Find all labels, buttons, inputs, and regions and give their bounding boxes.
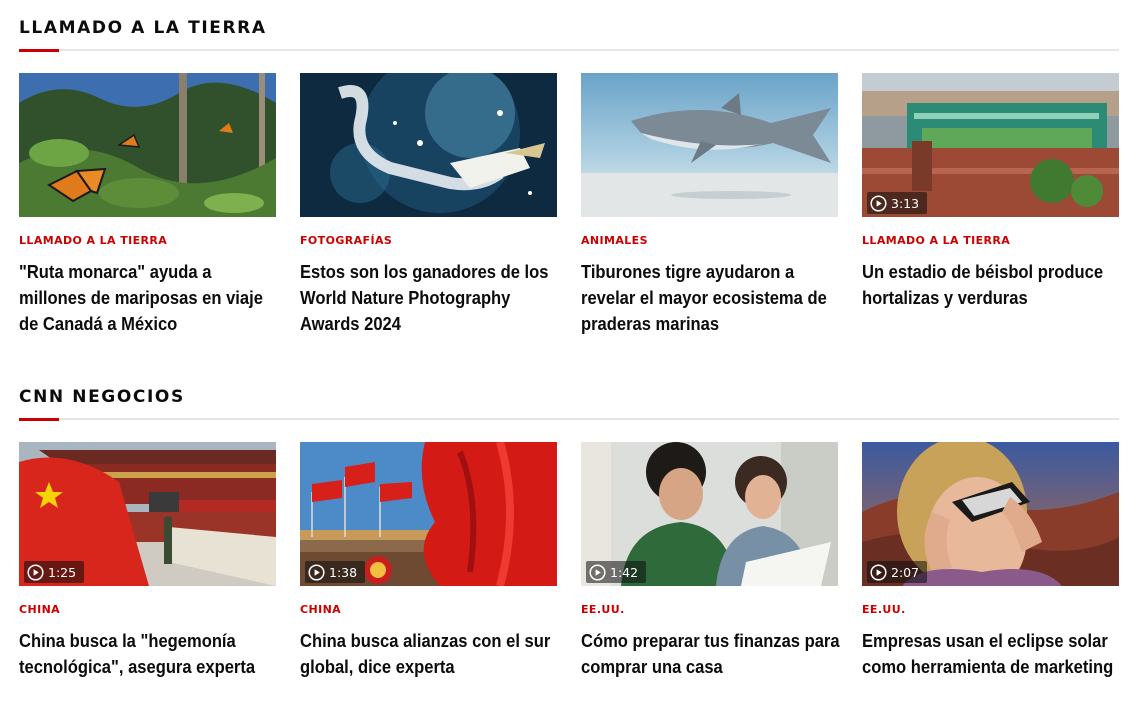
story-kicker[interactable]: LLAMADO A LA TIERRA bbox=[862, 234, 1119, 248]
story-kicker[interactable]: ANIMALES bbox=[581, 234, 838, 248]
story-card: 3:13 LLAMADO A LA TIERRA Un estadio de b… bbox=[862, 73, 1119, 311]
story-image[interactable] bbox=[300, 73, 557, 217]
video-duration-badge: 1:38 bbox=[305, 561, 366, 583]
play-circle-icon bbox=[870, 563, 887, 581]
video-thumbnail[interactable]: 3:13 bbox=[862, 73, 1119, 217]
story-card: LLAMADO A LA TIERRA "Ruta monarca" ayuda… bbox=[19, 73, 276, 337]
play-circle-icon bbox=[27, 563, 44, 581]
story-headline[interactable]: China busca alianzas con el sur global, … bbox=[300, 628, 559, 680]
tiger-shark-image bbox=[581, 73, 838, 217]
section-accent-bar bbox=[19, 49, 59, 52]
video-duration: 1:42 bbox=[610, 564, 639, 580]
video-duration: 1:25 bbox=[48, 564, 77, 580]
story-card: ANIMALES Tiburones tigre ayudaron a reve… bbox=[581, 73, 838, 337]
story-headline[interactable]: Cómo preparar tus finanzas para comprar … bbox=[581, 628, 840, 680]
story-kicker[interactable]: FOTOGRAFÍAS bbox=[300, 234, 557, 248]
monarch-butterflies-image bbox=[19, 73, 276, 217]
gannet-underwater-image bbox=[300, 73, 557, 217]
story-kicker[interactable]: CHINA bbox=[300, 603, 557, 617]
story-kicker[interactable]: LLAMADO A LA TIERRA bbox=[19, 234, 276, 248]
video-duration: 2:07 bbox=[891, 564, 920, 580]
story-image[interactable] bbox=[581, 73, 838, 217]
section-title[interactable]: LLAMADO A LA TIERRA bbox=[19, 18, 267, 38]
section-cnn-negocios: CNN NEGOCIOS 1:25 CHINA China busca la "… bbox=[19, 383, 1119, 677]
story-headline[interactable]: Tiburones tigre ayudaron a revelar el ma… bbox=[581, 259, 840, 337]
story-card: 1:25 CHINA China busca la "hegemonía tec… bbox=[19, 442, 276, 680]
story-headline[interactable]: Empresas usan el eclipse solar como herr… bbox=[862, 628, 1121, 680]
story-kicker[interactable]: EE.UU. bbox=[862, 603, 1119, 617]
story-card: 2:07 EE.UU. Empresas usan el eclipse sol… bbox=[862, 442, 1119, 680]
play-circle-icon bbox=[870, 194, 887, 212]
section-header: CNN NEGOCIOS bbox=[19, 383, 1119, 423]
card-row: 1:25 CHINA China busca la "hegemonía tec… bbox=[19, 442, 1119, 712]
story-kicker[interactable]: EE.UU. bbox=[581, 603, 838, 617]
story-card: 1:42 EE.UU. Cómo preparar tus finanzas p… bbox=[581, 442, 840, 680]
section-title[interactable]: CNN NEGOCIOS bbox=[19, 387, 185, 407]
video-duration: 3:13 bbox=[891, 195, 920, 211]
video-thumbnail[interactable]: 2:07 bbox=[862, 442, 1119, 586]
play-circle-icon bbox=[589, 563, 606, 581]
story-headline[interactable]: China busca la "hegemonía tecnológica", … bbox=[19, 628, 278, 680]
video-duration-badge: 2:07 bbox=[867, 561, 928, 583]
video-thumbnail[interactable]: 1:25 bbox=[19, 442, 276, 586]
story-card: FOTOGRAFÍAS Estos son los ganadores de l… bbox=[300, 73, 557, 337]
video-duration-badge: 3:13 bbox=[867, 192, 928, 214]
video-duration-badge: 1:42 bbox=[586, 561, 647, 583]
story-headline[interactable]: "Ruta monarca" ayuda a millones de marip… bbox=[19, 259, 278, 337]
story-card: 1:38 CHINA China busca alianzas con el s… bbox=[300, 442, 557, 680]
video-duration: 1:38 bbox=[329, 564, 358, 580]
section-header: LLAMADO A LA TIERRA bbox=[19, 14, 1119, 54]
section-divider bbox=[19, 418, 1119, 420]
card-row: LLAMADO A LA TIERRA "Ruta monarca" ayuda… bbox=[19, 73, 1119, 343]
story-headline[interactable]: Un estadio de béisbol produce hortalizas… bbox=[862, 259, 1121, 311]
section-accent-bar bbox=[19, 418, 59, 421]
section-llamado-a-la-tierra: LLAMADO A LA TIERRA LLAMADO A LA TIERRA … bbox=[19, 14, 1119, 334]
video-duration-badge: 1:25 bbox=[24, 561, 85, 583]
story-headline[interactable]: Estos son los ganadores de los World Nat… bbox=[300, 259, 559, 337]
video-thumbnail[interactable]: 1:42 bbox=[581, 442, 838, 586]
section-divider bbox=[19, 49, 1119, 51]
story-image[interactable] bbox=[19, 73, 276, 217]
video-thumbnail[interactable]: 1:38 bbox=[300, 442, 557, 586]
play-circle-icon bbox=[308, 563, 325, 581]
story-kicker[interactable]: CHINA bbox=[19, 603, 276, 617]
